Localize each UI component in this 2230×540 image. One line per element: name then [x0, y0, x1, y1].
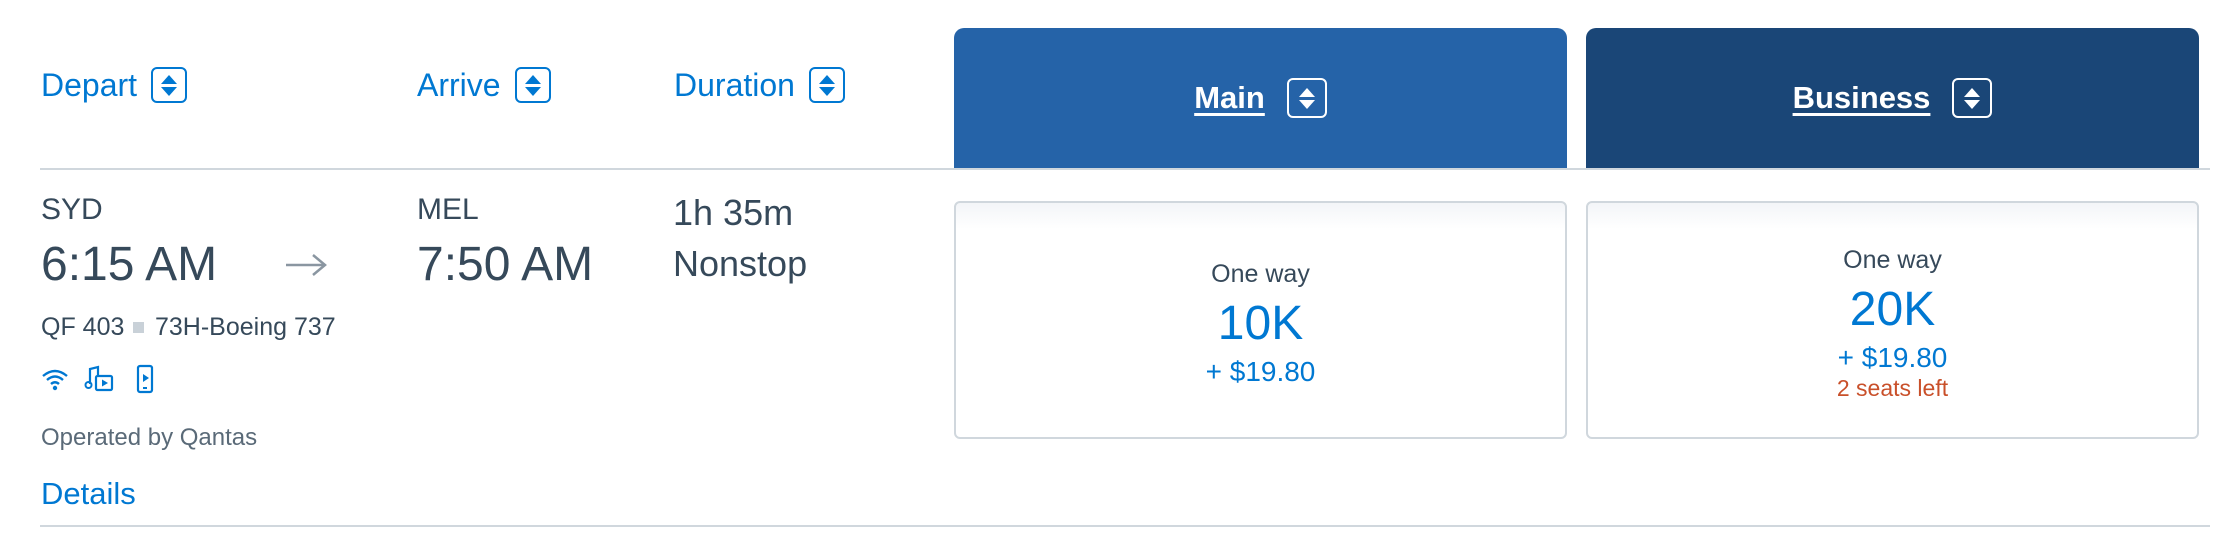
fare-miles: 20K: [1849, 283, 1936, 336]
fare-trip-type: One way: [1843, 246, 1942, 274]
flight-number: QF 403: [41, 313, 125, 341]
sort-up-down-icon: [1286, 78, 1327, 118]
operated-by: Operated by Qantas: [41, 424, 258, 451]
origin-code: SYD: [41, 193, 103, 226]
arrive-time: 7:50 AM: [417, 238, 594, 291]
cabin-main-label: Main: [1194, 80, 1265, 115]
entertainment-icon: [84, 365, 114, 392]
aircraft-type: 73H-Boeing 737: [155, 313, 336, 341]
sort-up-down-icon: [1952, 78, 1993, 118]
sort-depart-button[interactable]: Depart: [41, 62, 188, 108]
depart-header-label: Depart: [41, 66, 138, 103]
row-divider: [40, 525, 2210, 527]
fare-miles: 10K: [1217, 297, 1304, 350]
fare-taxes: + $19.80: [1837, 342, 1948, 373]
seats-left-warning: 2 seats left: [1836, 375, 1949, 401]
header-divider: [40, 168, 2210, 170]
sort-up-down-icon: [151, 67, 188, 103]
wifi-icon: [42, 369, 68, 391]
sort-up-down-icon: [514, 67, 551, 103]
separator: [133, 322, 144, 333]
stops-info: Nonstop: [673, 243, 808, 284]
sort-up-down-icon: [808, 67, 845, 103]
arrive-header-label: Arrive: [417, 66, 501, 103]
fare-card-business[interactable]: One way 20K + $19.80 2 seats left: [1586, 201, 2199, 439]
details-link[interactable]: Details: [41, 476, 136, 512]
fare-card-main[interactable]: One way 10K + $19.80: [954, 201, 1567, 439]
duration-header-label: Duration: [674, 66, 795, 103]
cabin-business-label: Business: [1792, 80, 1931, 115]
cabin-main-header[interactable]: Main: [954, 28, 1567, 168]
sort-arrive-button[interactable]: Arrive: [417, 62, 551, 108]
cabin-business-header[interactable]: Business: [1586, 28, 2199, 168]
destination-code: MEL: [417, 193, 479, 226]
fare-taxes: + $19.80: [1205, 356, 1316, 387]
depart-time: 6:15 AM: [41, 238, 218, 291]
sort-duration-button[interactable]: Duration: [674, 62, 845, 108]
arrow-right-icon: [286, 254, 327, 276]
device-streaming-icon: [136, 364, 154, 394]
flight-duration: 1h 35m: [673, 192, 794, 233]
fare-trip-type: One way: [1211, 260, 1310, 288]
